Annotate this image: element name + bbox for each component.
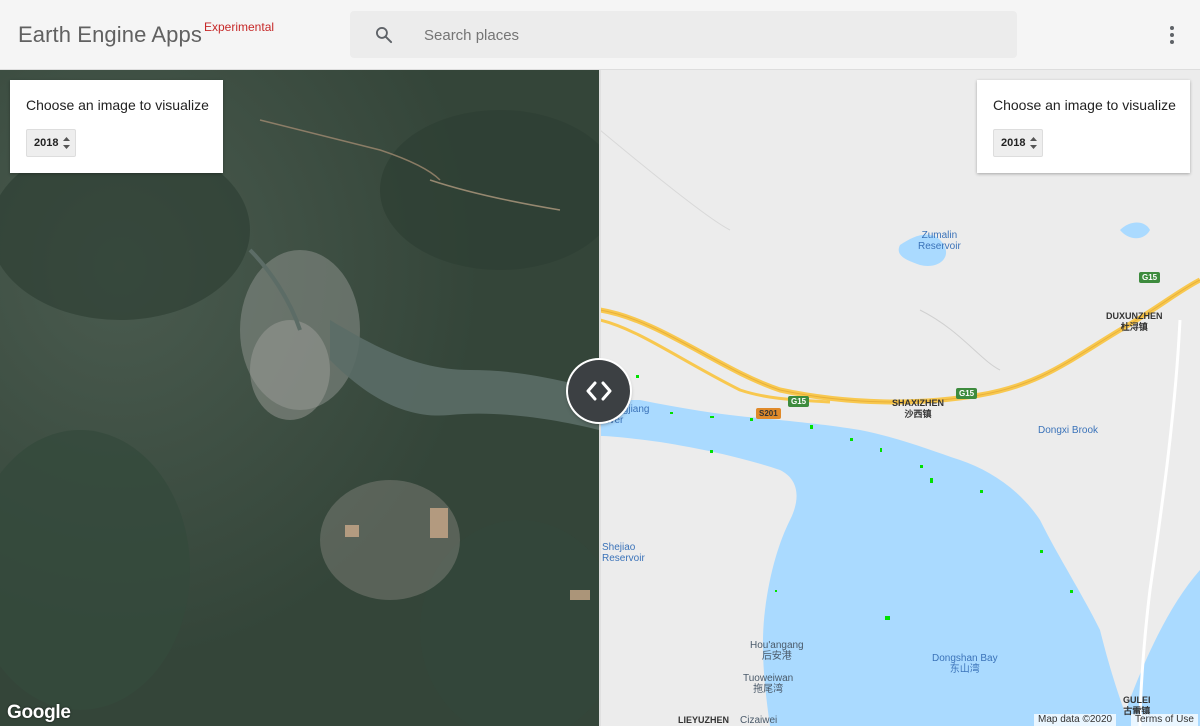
search-input[interactable]	[422, 11, 986, 60]
map-label: Zumalin	[921, 230, 958, 241]
google-logo[interactable]: Google	[7, 702, 71, 724]
app-header: Earth Engine Apps Experimental	[0, 0, 1200, 70]
map-label: DUXUNZHEN	[1106, 311, 1163, 321]
experimental-badge: Experimental	[204, 20, 275, 34]
search-icon[interactable]	[374, 25, 394, 45]
updown-arrows-icon	[1030, 137, 1037, 149]
map-label: 东山湾	[949, 664, 980, 675]
map-label: Cizaiwei	[740, 715, 778, 726]
year-value: 2018	[34, 137, 59, 149]
highway-shield: S201	[756, 408, 781, 419]
year-value: 2018	[1001, 137, 1026, 149]
panel-title: Choose an image to visualize	[26, 97, 209, 113]
map-label: Reservoir	[918, 241, 961, 252]
map-label: 后安港	[761, 651, 792, 662]
more-vert-icon[interactable]	[1160, 22, 1184, 48]
highway-shield: G15	[956, 388, 978, 399]
map-label: 杜浔镇	[1120, 322, 1148, 332]
updown-arrows-icon	[63, 137, 70, 149]
search-box[interactable]	[350, 11, 1017, 60]
map-label: Shejiao	[602, 542, 636, 553]
terms-link[interactable]: Terms of Use	[1131, 714, 1198, 726]
map-data-attribution: Map data ©2020	[1034, 714, 1117, 726]
map-label: 沙西镇	[904, 409, 932, 419]
year-select[interactable]: 2018	[26, 129, 76, 157]
year-select[interactable]: 2018	[993, 129, 1043, 157]
app-title[interactable]: Earth Engine Apps	[18, 22, 202, 48]
panel-title: Choose an image to visualize	[993, 97, 1176, 113]
right-image-panel: Choose an image to visualize 2018	[977, 80, 1190, 173]
left-image-panel: Choose an image to visualize 2018	[10, 80, 223, 173]
map-label: Dongxi Brook	[1038, 425, 1099, 436]
swipe-handle-icon	[586, 381, 612, 401]
map-label: 拖尾湾	[753, 684, 784, 695]
map-label: Reservoir	[602, 553, 645, 564]
highway-shield: G15	[1139, 272, 1161, 283]
map-label: GULEI	[1123, 695, 1151, 705]
swipe-handle[interactable]	[568, 360, 630, 422]
map-label: Dongshan Bay	[932, 653, 998, 664]
map-label: Hou'angang	[750, 640, 804, 651]
map-label: Tuoweiwan	[743, 673, 794, 684]
map-label: SHAXIZHEN	[892, 398, 945, 408]
map-label: LIEYUZHEN	[678, 715, 730, 725]
highway-shield: G15	[788, 396, 810, 407]
